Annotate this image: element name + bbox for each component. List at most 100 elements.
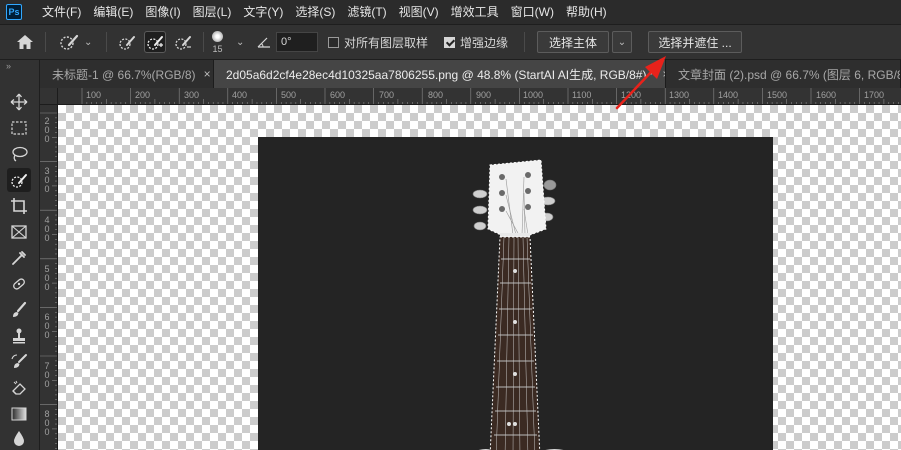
panel-collapse-icon[interactable]: »	[0, 60, 39, 74]
sample-all-layers-label: 对所有图层取样	[344, 35, 429, 50]
options-bar: ⌄ 15 ⌄ 0° 对所有图层取样 增强边缘 选择主体 ⌄ 选择并遮住 ...	[0, 24, 901, 60]
ruler-label: 1600	[816, 90, 837, 100]
menu-file[interactable]: 文件(F)	[36, 0, 87, 24]
add-to-selection-button[interactable]	[144, 31, 166, 53]
menu-layer[interactable]: 图层(L)	[187, 0, 238, 24]
ruler-label: 400	[44, 215, 50, 243]
angle-icon	[257, 37, 270, 48]
brush-add-icon	[147, 36, 163, 50]
crop-icon	[11, 198, 27, 214]
document-tab-bar: 未标题-1 @ 66.7%(RGB/8) × 2d05a6d2cf4e28ec4…	[40, 60, 901, 88]
brush-size: 15	[212, 43, 223, 54]
chevron-down-icon[interactable]: ⌄	[236, 37, 244, 48]
history-brush-icon	[11, 354, 27, 368]
tab-label: 文章封面 (2).psd @ 66.7% (图层 6, RGB/8#)	[678, 67, 901, 82]
ruler-label: 500	[44, 264, 50, 292]
menu-select[interactable]: 选择(S)	[289, 0, 341, 24]
gradient-icon	[11, 407, 27, 421]
tool-preset-picker[interactable]: ⌄	[58, 25, 92, 59]
divider	[203, 32, 204, 52]
ruler-label: 400	[232, 90, 248, 100]
angle-input[interactable]: 0°	[276, 32, 318, 52]
quick-selection-tool[interactable]	[7, 168, 31, 192]
droplet-icon	[14, 431, 24, 446]
tab-article-cover-psd[interactable]: 文章封面 (2).psd @ 66.7% (图层 6, RGB/8#)	[666, 60, 901, 88]
ruler-label: 600	[44, 312, 50, 340]
checkbox-box	[328, 36, 339, 48]
eyedropper-icon	[12, 251, 26, 265]
gradient-tool[interactable]	[7, 402, 31, 426]
enhance-edge-checkbox[interactable]: 增强边缘	[444, 25, 508, 59]
horizontal-ruler[interactable]: 100 200 300 400 500 600 700 800 900 1000…	[58, 88, 901, 105]
quick-selection-brush-icon	[60, 34, 79, 50]
vertical-ruler[interactable]: 200 300 400 500 600 700 800	[40, 105, 58, 450]
clone-stamp-tool[interactable]	[7, 324, 31, 348]
guitar-image	[472, 159, 564, 450]
ruler-label: 700	[44, 361, 50, 389]
crop-tool[interactable]	[7, 194, 31, 218]
divider	[524, 32, 525, 52]
frame-icon	[11, 225, 27, 239]
menu-view[interactable]: 视图(V)	[393, 0, 445, 24]
menu-image[interactable]: 图像(I)	[139, 0, 186, 24]
eraser-icon	[12, 380, 26, 395]
close-icon[interactable]: ×	[204, 67, 211, 81]
ruler-label: 1700	[864, 90, 885, 100]
tab-guitar-png[interactable]: 2d05a6d2cf4e28ec4d10325aa7806255.png @ 4…	[214, 60, 666, 88]
select-subject-dropdown[interactable]: ⌄	[612, 31, 632, 53]
enhance-edge-label: 增强边缘	[460, 35, 509, 50]
subtract-from-selection-button[interactable]	[172, 31, 194, 53]
menu-edit[interactable]: 编辑(E)	[87, 0, 139, 24]
move-tool[interactable]	[7, 90, 31, 114]
ruler-label: 1000	[523, 90, 544, 100]
chevron-down-icon: ⌄	[617, 36, 627, 48]
ruler-label: 300	[44, 166, 50, 194]
home-icon	[17, 35, 33, 49]
checkbox-box	[444, 36, 455, 48]
ruler-label: 1100	[572, 90, 592, 100]
new-selection-button[interactable]	[116, 31, 138, 53]
canvas-area[interactable]	[58, 105, 901, 450]
brush-tip-icon	[212, 30, 223, 42]
photoshop-logo-icon[interactable]: Ps	[6, 4, 22, 20]
brush-picker[interactable]: 15	[212, 25, 223, 59]
ruler-label: 300	[184, 90, 200, 100]
select-and-mask-button[interactable]: 选择并遮住 ...	[648, 31, 742, 53]
chevron-down-icon: ⌄	[84, 36, 93, 48]
menu-bar: Ps 文件(F) 编辑(E) 图像(I) 图层(L) 文字(Y) 选择(S) 滤…	[0, 0, 901, 24]
history-brush-tool[interactable]	[7, 350, 31, 374]
menu-filter[interactable]: 滤镜(T)	[341, 0, 392, 24]
healing-brush-tool[interactable]	[7, 272, 31, 296]
menu-window[interactable]: 窗口(W)	[505, 0, 560, 24]
document-image[interactable]	[258, 137, 773, 450]
eyedropper-tool[interactable]	[7, 246, 31, 270]
ruler-label: 800	[44, 409, 50, 437]
menu-type[interactable]: 文字(Y)	[237, 0, 289, 24]
marquee-tool[interactable]	[7, 116, 31, 140]
lasso-tool[interactable]	[7, 142, 31, 166]
ruler-label: 500	[281, 90, 297, 100]
ruler-origin[interactable]	[40, 88, 58, 105]
home-button[interactable]	[16, 25, 34, 59]
brush-tool[interactable]	[7, 298, 31, 322]
move-icon	[10, 93, 28, 111]
sample-all-layers-checkbox[interactable]: 对所有图层取样	[328, 25, 428, 59]
menu-plugins[interactable]: 增效工具	[445, 0, 505, 24]
menu-help[interactable]: 帮助(H)	[560, 0, 613, 24]
ruler-label: 700	[379, 90, 395, 100]
bandage-icon	[13, 278, 25, 290]
ruler-label: 1400	[718, 90, 739, 100]
ruler-label: 600	[330, 90, 346, 100]
eraser-tool[interactable]	[7, 376, 31, 400]
select-subject-button[interactable]: 选择主体	[537, 31, 609, 53]
stamp-icon	[13, 328, 25, 344]
blur-tool[interactable]	[7, 426, 31, 450]
brush-icon	[13, 301, 27, 317]
brush-new-icon	[119, 36, 135, 50]
tab-label: 未标题-1 @ 66.7%(RGB/8)	[52, 67, 196, 82]
tab-untitled-1[interactable]: 未标题-1 @ 66.7%(RGB/8) ×	[40, 60, 214, 88]
ruler-label: 900	[476, 90, 492, 100]
ruler-label: 200	[44, 116, 50, 144]
frame-tool[interactable]	[7, 220, 31, 244]
divider	[106, 32, 107, 52]
